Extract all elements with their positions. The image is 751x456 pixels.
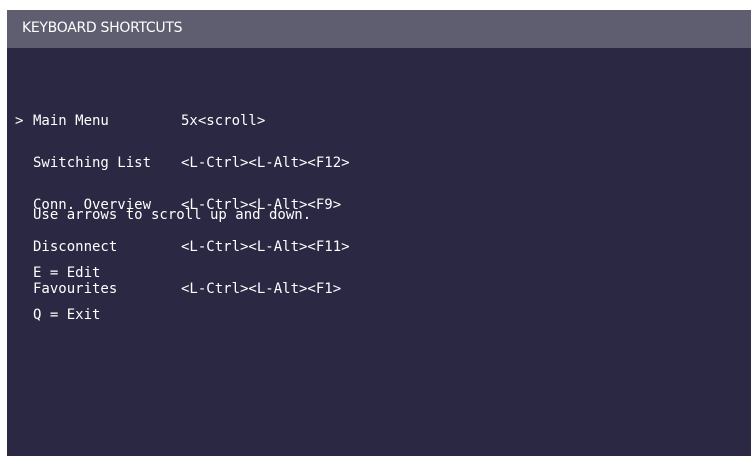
osd-screen: KEYBOARD SHORTCUTS > Main Menu 5x<scroll… [7,10,751,456]
menu-item-shortcut: 5x<scroll> [181,113,266,129]
key-legend: E = Edit Q = Exit [33,238,100,350]
menu-item-main-menu[interactable]: > Main Menu 5x<scroll> [15,114,350,128]
selection-cursor-icon: > [15,113,24,129]
edit-key-hint: E = Edit [33,265,101,281]
page-title: KEYBOARD SHORTCUTS [22,20,183,36]
menu-item-shortcut: <L-Ctrl><L-Alt><F11> [181,239,350,255]
menu-item-shortcut: <L-Ctrl><L-Alt><F1> [181,281,342,297]
menu-item-label: Main Menu [33,113,109,129]
menu-item-shortcut: <L-Ctrl><L-Alt><F12> [181,155,350,171]
scroll-hint: Use arrows to scroll up and down. [33,207,312,223]
exit-key-hint: Q = Exit [33,307,101,323]
menu-item-label: Switching List [33,155,152,171]
title-bar: KEYBOARD SHORTCUTS [7,10,751,48]
menu-item-switching-list[interactable]: Switching List <L-Ctrl><L-Alt><F12> [15,156,350,170]
